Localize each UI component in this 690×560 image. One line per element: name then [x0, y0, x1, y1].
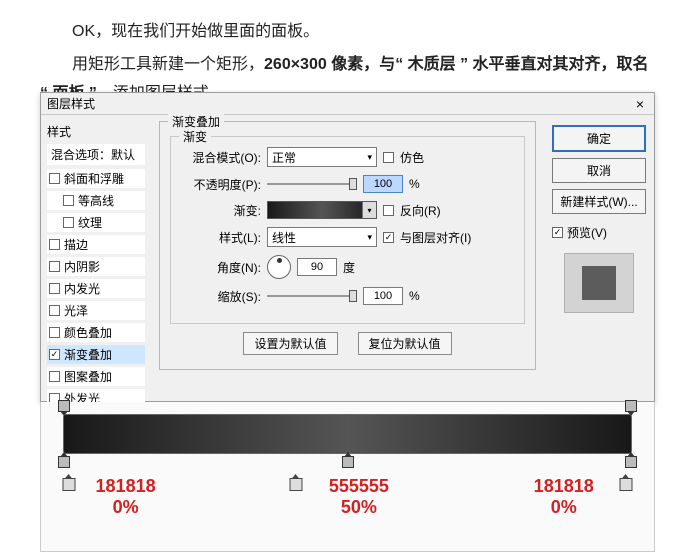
reverse-checkbox[interactable]: [383, 205, 394, 216]
effect-label: 内发光: [64, 280, 100, 297]
opacity-slider[interactable]: [267, 181, 357, 187]
effect-row[interactable]: 内阴影: [47, 257, 145, 276]
angle-wheel[interactable]: [267, 255, 291, 279]
sub-legend: 渐变: [179, 128, 211, 145]
effect-row[interactable]: 图案叠加: [47, 367, 145, 386]
effect-label: 斜面和浮雕: [64, 170, 124, 187]
right-column: 确定 取消 新建样式(W)... 预览(V): [544, 115, 654, 401]
effect-row[interactable]: 斜面和浮雕: [47, 169, 145, 188]
scale-slider[interactable]: [267, 293, 357, 299]
effect-label: 描边: [64, 236, 88, 253]
opacity-input[interactable]: 100: [363, 175, 403, 193]
stop-icon: [620, 478, 633, 491]
styles-header: 样式: [47, 123, 145, 140]
stop-label: 1818180%: [96, 476, 156, 517]
effect-checkbox[interactable]: [63, 217, 74, 228]
color-stop[interactable]: [625, 456, 637, 468]
effect-checkbox[interactable]: [49, 283, 60, 294]
effect-row[interactable]: 颜色叠加: [47, 323, 145, 342]
preview-label: 预览(V): [567, 224, 607, 241]
effect-label: 纹理: [78, 214, 102, 231]
blendmode-select[interactable]: 正常 ▾: [267, 147, 377, 167]
effect-checkbox[interactable]: [49, 327, 60, 338]
stop-icon: [290, 478, 303, 491]
stop-label: 1818180%: [534, 476, 594, 517]
gradient-label: 渐变:: [181, 202, 261, 219]
angle-input[interactable]: 90: [297, 258, 337, 276]
reset-default-button[interactable]: 复位为默认值: [358, 332, 452, 355]
effect-checkbox[interactable]: [49, 371, 60, 382]
angle-label: 角度(N):: [181, 259, 261, 276]
scale-label: 缩放(S):: [181, 288, 261, 305]
chevron-down-icon: ▾: [367, 152, 372, 163]
effect-label: 光泽: [64, 302, 88, 319]
effect-label: 图案叠加: [64, 368, 112, 385]
dialog-title: 图层样式: [47, 95, 632, 112]
chevron-down-icon: ▾: [367, 232, 372, 243]
effect-checkbox[interactable]: [49, 349, 60, 360]
scale-input[interactable]: 100: [363, 287, 403, 305]
effect-checkbox[interactable]: [49, 261, 60, 272]
effect-row[interactable]: 纹理: [47, 213, 145, 232]
article-p1: OK，现在我们开始做里面的面板。: [40, 18, 650, 47]
blendmode-label: 混合模式(O):: [181, 149, 261, 166]
stop-icon: [62, 478, 75, 491]
opacity-stop[interactable]: [58, 400, 70, 412]
effect-checkbox[interactable]: [49, 305, 60, 316]
gradient-strip[interactable]: [63, 414, 632, 454]
dither-checkbox[interactable]: [383, 152, 394, 163]
effect-row[interactable]: 渐变叠加: [47, 345, 145, 364]
align-checkbox[interactable]: [383, 232, 394, 243]
opacity-stop[interactable]: [625, 400, 637, 412]
set-default-button[interactable]: 设置为默认值: [243, 332, 337, 355]
styles-column: 样式 混合选项：默认 斜面和浮雕等高线纹理描边内阴影内发光光泽颜色叠加渐变叠加图…: [41, 115, 151, 401]
reverse-label: 反向(R): [400, 202, 441, 219]
close-icon[interactable]: ×: [632, 96, 648, 112]
effect-row[interactable]: 描边: [47, 235, 145, 254]
chevron-down-icon: ▾: [362, 202, 376, 218]
ok-button[interactable]: 确定: [552, 125, 646, 152]
blend-default-row[interactable]: 混合选项：默认: [47, 144, 145, 165]
effect-checkbox[interactable]: [63, 195, 74, 206]
layer-style-dialog: 图层样式 × 样式 混合选项：默认 斜面和浮雕等高线纹理描边内阴影内发光光泽颜色…: [40, 92, 655, 402]
gradient-picker[interactable]: ▾: [267, 201, 377, 219]
dither-label: 仿色: [400, 149, 424, 166]
preview-swatch: [564, 253, 634, 313]
effect-row[interactable]: 内发光: [47, 279, 145, 298]
effect-checkbox[interactable]: [49, 239, 60, 250]
opacity-label: 不透明度(P):: [181, 176, 261, 193]
effect-label: 等高线: [78, 192, 114, 209]
color-stop[interactable]: [58, 456, 70, 468]
preview-checkbox[interactable]: [552, 227, 563, 238]
style-label: 样式(L):: [181, 229, 261, 246]
effect-row[interactable]: 等高线: [47, 191, 145, 210]
effect-checkbox[interactable]: [49, 173, 60, 184]
cancel-button[interactable]: 取消: [552, 158, 646, 183]
effect-label: 内阴影: [64, 258, 100, 275]
style-select[interactable]: 线性 ▾: [267, 227, 377, 247]
options-panel: 渐变叠加 渐变 混合模式(O): 正常 ▾ 仿色 不透明度(P):: [151, 115, 544, 401]
align-label: 与图层对齐(I): [400, 229, 471, 246]
color-stop[interactable]: [342, 456, 354, 468]
gradient-editor: 1818180% 55555550% 1818180%: [40, 402, 655, 552]
stop-label: 55555550%: [329, 476, 389, 517]
new-style-button[interactable]: 新建样式(W)...: [552, 189, 646, 214]
dialog-titlebar[interactable]: 图层样式 ×: [41, 93, 654, 115]
effect-label: 渐变叠加: [64, 346, 112, 363]
effect-row[interactable]: 光泽: [47, 301, 145, 320]
effect-label: 颜色叠加: [64, 324, 112, 341]
